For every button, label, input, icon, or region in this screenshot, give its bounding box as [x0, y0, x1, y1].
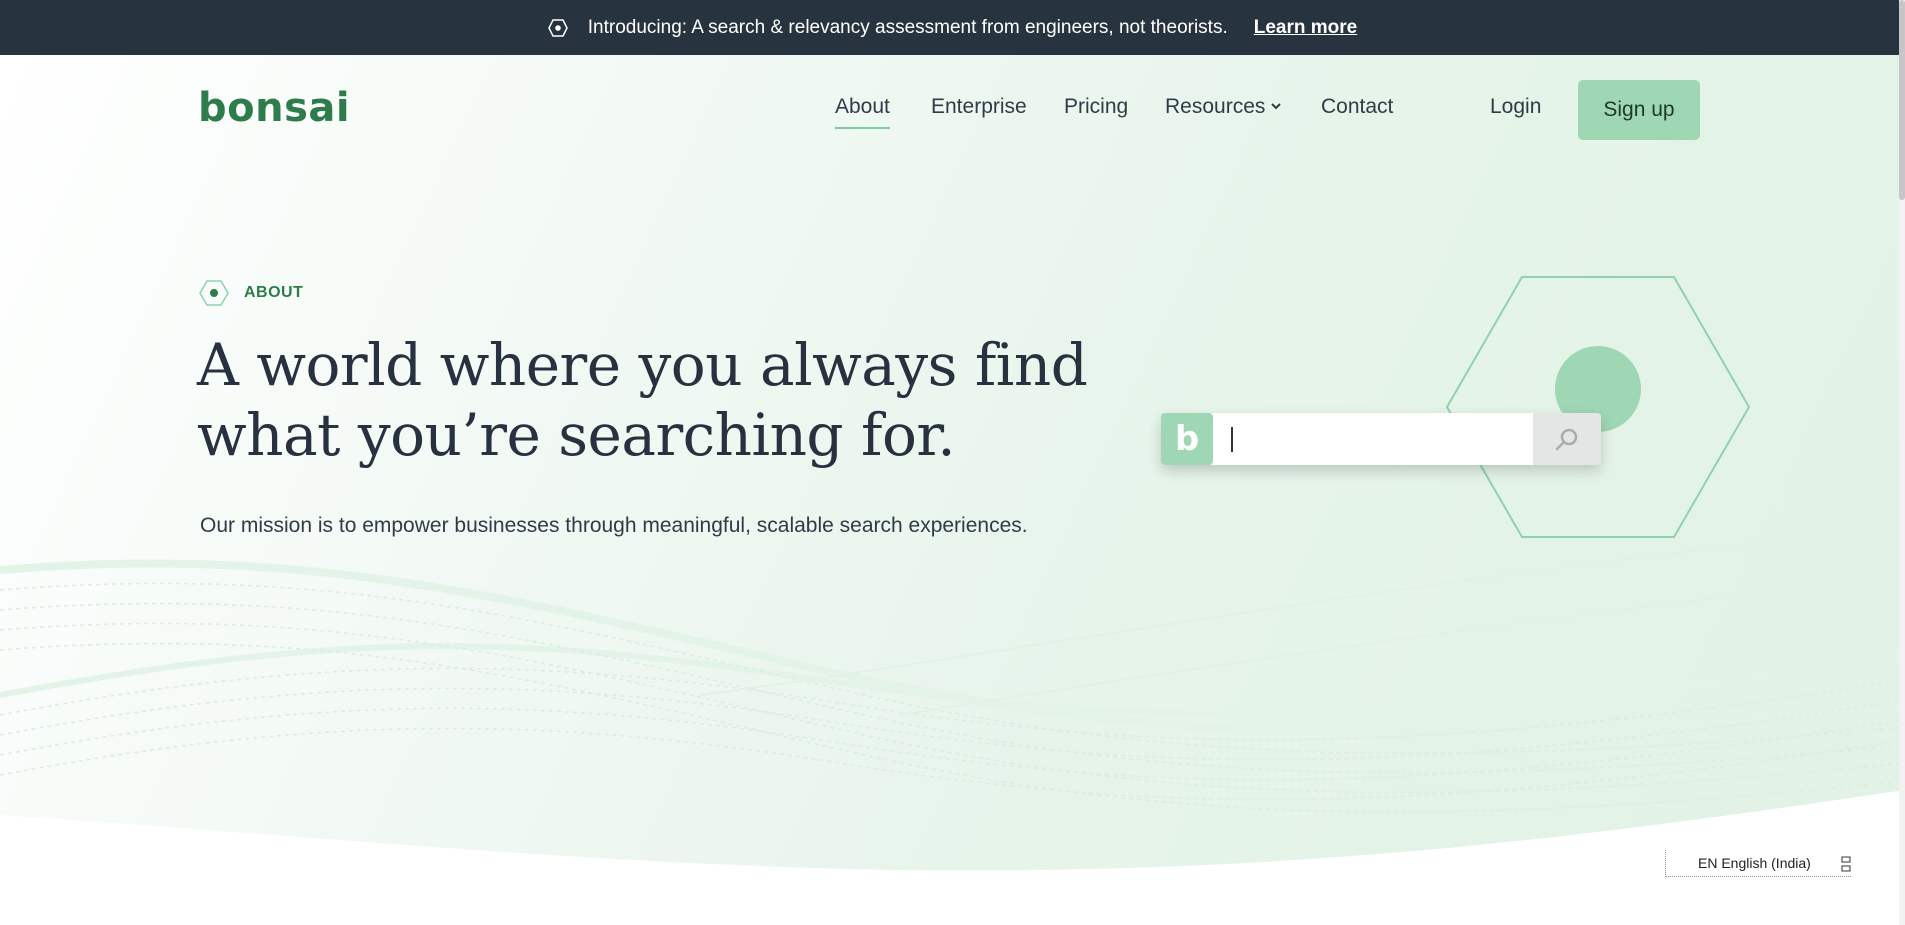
magnifier-icon	[1555, 428, 1578, 451]
nav-about[interactable]: About	[835, 95, 890, 129]
bonsai-b-badge: b	[1161, 413, 1213, 465]
section-eyebrow: ABOUT	[199, 280, 303, 306]
search-bar-graphic[interactable]: b	[1161, 413, 1601, 465]
chevron-down-icon	[1271, 103, 1282, 110]
language-indicator[interactable]: EN English (India)	[1665, 850, 1851, 877]
nav-resources-label: Resources	[1165, 95, 1266, 118]
eyebrow-label: ABOUT	[244, 284, 304, 301]
language-label: EN English (India)	[1698, 855, 1811, 871]
hero-headline: A world where you always find what you’r…	[197, 331, 1088, 469]
nav-resources[interactable]: Resources	[1165, 95, 1282, 119]
bonsai-logo[interactable]: bonsai	[198, 85, 350, 131]
scrollbar-thumb[interactable]	[1899, 0, 1905, 200]
nav-contact[interactable]: Contact	[1321, 95, 1393, 119]
announcement-bar: Introducing: A search & relevancy assess…	[0, 0, 1905, 55]
learn-more-link[interactable]: Learn more	[1254, 17, 1357, 39]
hero-section: bonsai About Enterprise Pricing Resource…	[0, 55, 1905, 925]
text-cursor	[1231, 427, 1233, 452]
login-link[interactable]: Login	[1490, 95, 1541, 119]
nav-enterprise[interactable]: Enterprise	[931, 95, 1027, 119]
nav-pricing[interactable]: Pricing	[1064, 95, 1128, 119]
mission-statement: Our mission is to empower businesses thr…	[200, 514, 1028, 537]
page-scrollbar[interactable]	[1899, 0, 1905, 925]
hexagon-dot-icon	[547, 18, 568, 37]
keyboard-icon	[1841, 856, 1851, 872]
search-icon[interactable]	[1533, 413, 1601, 465]
hexagon-dot-icon	[199, 280, 229, 306]
signup-button[interactable]: Sign up	[1578, 80, 1700, 140]
announcement-text: Introducing: A search & relevancy assess…	[587, 16, 1228, 38]
